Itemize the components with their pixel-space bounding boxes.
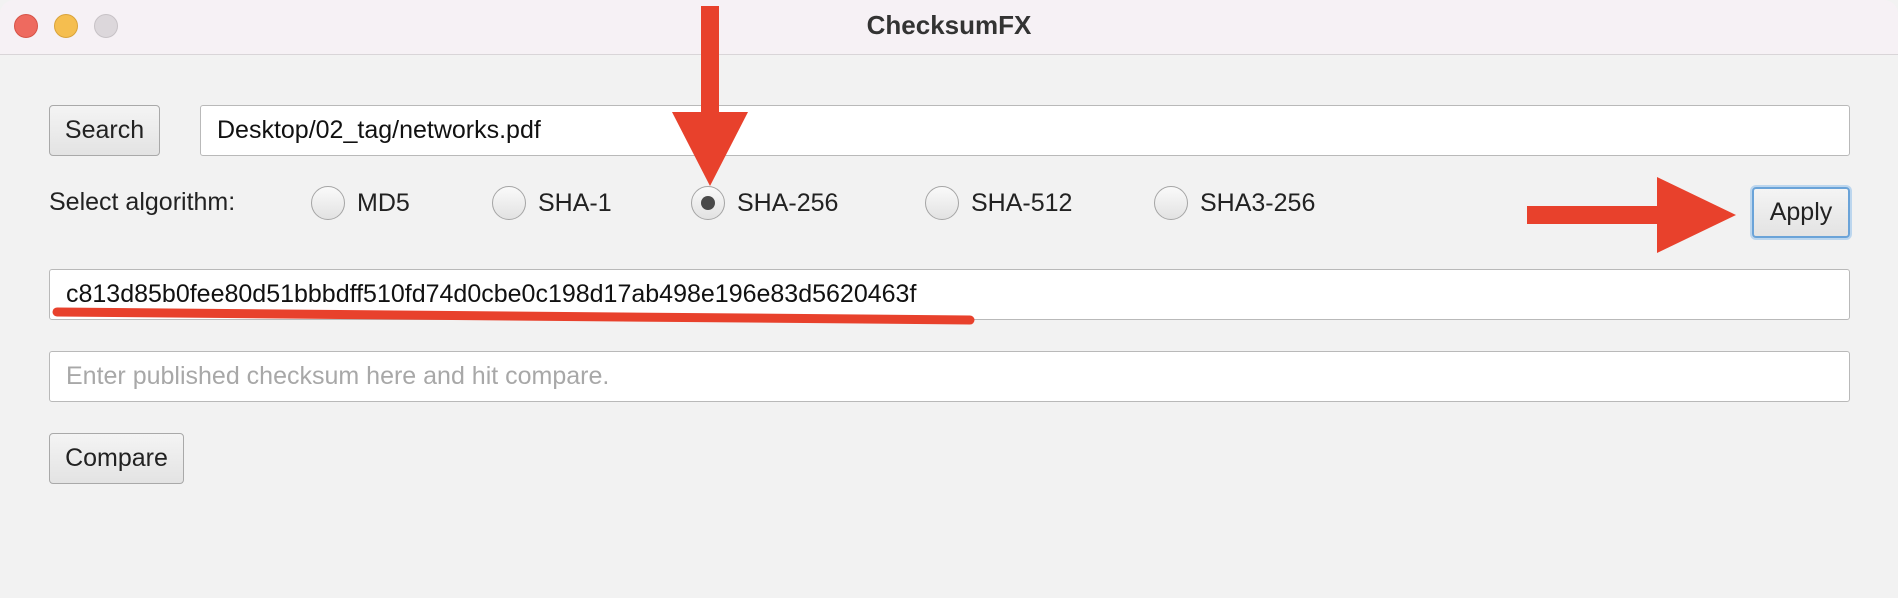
app-window: ChecksumFX Search Select algorithm: MD5 … [0, 0, 1898, 598]
down-arrow-annotation [672, 6, 748, 186]
right-arrow-annotation [1527, 177, 1736, 253]
underline-annotation [52, 307, 975, 325]
annotation-layer [52, 6, 1736, 325]
